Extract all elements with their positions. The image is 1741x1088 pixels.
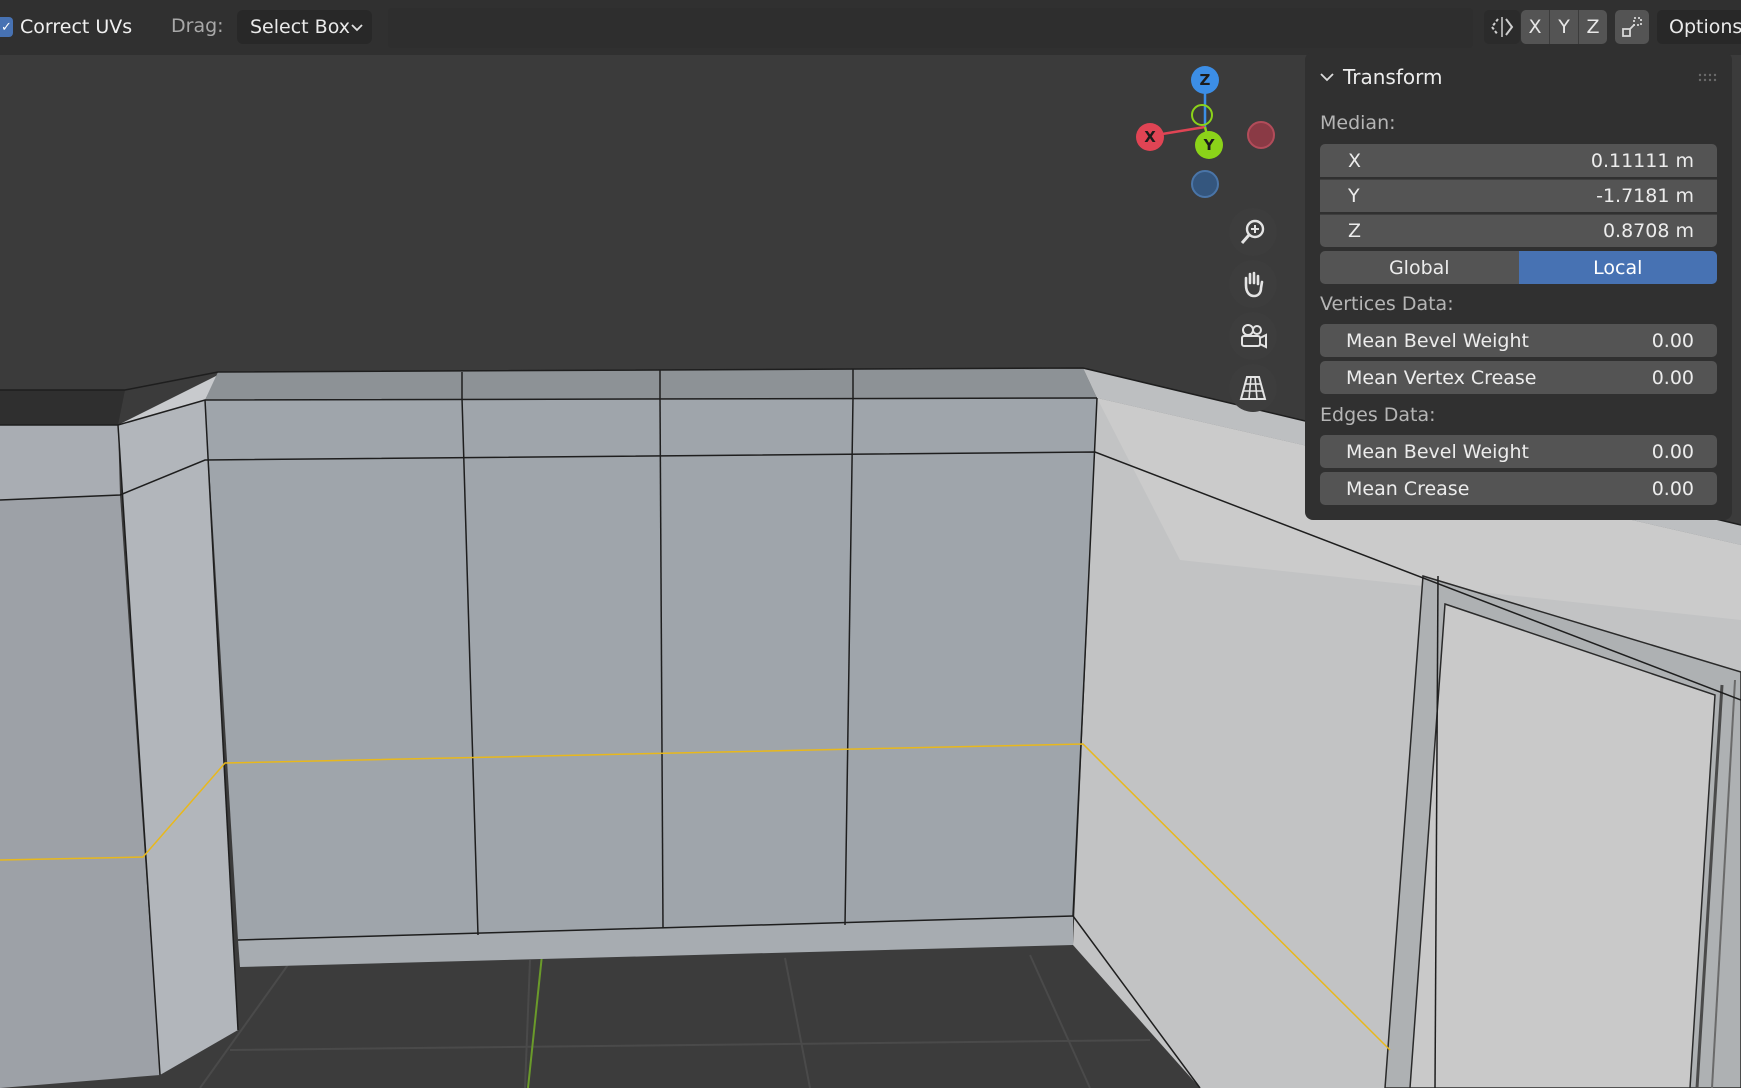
field-label: Mean Crease [1346,477,1470,500]
chevron-down-icon [351,24,363,32]
edges-data-label: Edges Data: [1320,404,1436,426]
axis-z-button[interactable]: Z [1579,10,1607,44]
camera-view-icon [1241,324,1267,349]
space-toggle: Global Local [1320,251,1717,284]
zoom-icon [1240,219,1265,244]
camera-view-button[interactable] [1229,312,1277,360]
global-toggle[interactable]: Global [1320,251,1519,284]
options-button[interactable]: Options [1657,10,1741,44]
axis-x-button[interactable]: X [1521,10,1550,44]
median-z-axis: Z [1348,220,1362,242]
drag-label: Drag: [171,15,224,37]
drag-dropdown[interactable]: Select Box [237,10,372,44]
header-spacer [388,8,1473,48]
median-y-axis: Y [1348,185,1360,207]
panel-title: Transform [1343,65,1443,89]
left-wall-top [0,390,125,425]
tool-settings-header: ✓ Correct UVs Drag: Select Box X Y Z Opt… [0,0,1741,55]
x-axis-ball[interactable]: X [1136,123,1164,151]
field-value: 0.00 [1651,440,1694,463]
mean-crease-field[interactable]: Mean Crease 0.00 [1320,472,1717,505]
transform-panel-header[interactable]: Transform [1319,62,1442,92]
neg-z-axis-ball [1191,170,1219,198]
pan-button[interactable] [1229,260,1277,308]
auto-merge-icon[interactable] [1615,10,1649,44]
drag-dropdown-value: Select Box [250,16,350,38]
mirror-axis-group: X Y Z [1521,10,1607,44]
field-value: 0.00 [1651,477,1694,500]
median-x-field[interactable]: X 0.11111 m [1320,144,1717,177]
axis-y-button[interactable]: Y [1550,10,1579,44]
median-z-value: 0.8708 m [1602,220,1694,242]
field-label: Mean Vertex Crease [1346,366,1537,389]
y-axis-ball[interactable]: Y [1195,131,1223,159]
mirror-glyph [1490,17,1514,37]
auto-merge-glyph [1622,17,1642,37]
checkmark-icon: ✓ [1,19,12,35]
correct-uvs-checkbox[interactable]: ✓ [0,17,13,37]
chevron-down-icon [1320,73,1334,82]
field-label: Mean Bevel Weight [1346,440,1529,463]
correct-uvs-toggle[interactable]: ✓ Correct UVs [0,14,132,40]
zoom-button[interactable] [1229,208,1277,256]
z-axis-ball[interactable]: Z [1191,66,1219,94]
back-wall-cap [205,368,1097,400]
vertex-mean-bevel-weight-field[interactable]: Mean Bevel Weight 0.00 [1320,324,1717,357]
median-z-field[interactable]: Z 0.8708 m [1320,214,1717,247]
field-label: Mean Bevel Weight [1346,329,1529,352]
vertices-data-label: Vertices Data: [1320,293,1454,315]
pan-hand-icon [1244,271,1264,298]
median-label: Median: [1320,112,1396,134]
median-x-axis: X [1348,149,1362,172]
perspective-grid-icon [1239,376,1267,400]
mean-vertex-crease-field[interactable]: Mean Vertex Crease 0.00 [1320,361,1717,394]
local-toggle[interactable]: Local [1518,251,1717,284]
back-wall [205,398,1097,940]
perspective-toggle-button[interactable] [1229,364,1277,412]
field-value: 0.00 [1651,366,1694,389]
correct-uvs-label: Correct UVs [20,16,133,38]
edge-mean-bevel-weight-field[interactable]: Mean Bevel Weight 0.00 [1320,435,1717,468]
neg-x-axis-ball [1247,121,1275,149]
transform-panel: Transform Median: X 0.11111 m Y -1.7181 … [1305,52,1732,520]
median-y-field[interactable]: Y -1.7181 m [1320,179,1717,212]
mirror-icon[interactable] [1484,10,1520,44]
median-x-value: 0.11111 m [1590,149,1694,172]
field-value: 0.00 [1651,329,1694,352]
median-y-value: -1.7181 m [1596,185,1694,207]
drag-grip-icon[interactable] [1698,72,1718,84]
